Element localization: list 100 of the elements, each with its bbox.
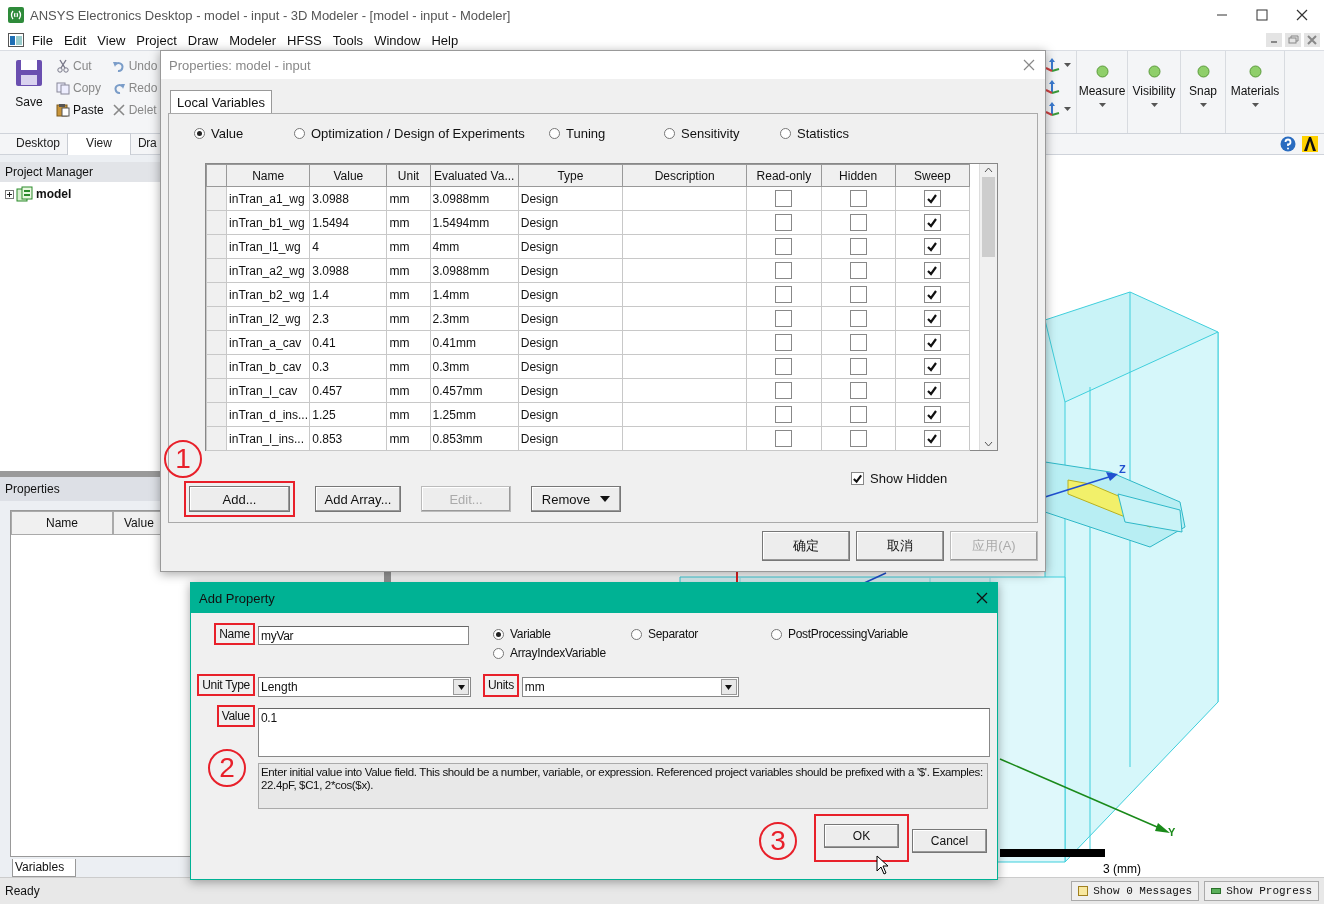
table-cell: Design (518, 402, 623, 427)
table-cell: Design (518, 282, 623, 307)
ribbon-menu-button[interactable]: Measure (1078, 84, 1126, 108)
column-header[interactable]: Sweep (895, 164, 970, 187)
dialog-tab[interactable]: Local Variables (170, 90, 272, 114)
column-header[interactable]: Name (226, 164, 310, 187)
table-cell: Design (518, 258, 623, 283)
table-cell: 2.3 (309, 306, 387, 331)
step-number: 2 (208, 749, 246, 787)
dialog-button[interactable]: 确定 (762, 531, 850, 561)
table-cell: inTran_d_ins... (226, 402, 310, 427)
table-cell: 3.0988 (309, 258, 387, 283)
table-cell: 0.457mm (430, 378, 519, 403)
table-cell: 4mm (430, 234, 519, 259)
toolbar-button[interactable]: Paste (56, 101, 104, 119)
dialog-button[interactable]: 取消 (856, 531, 944, 561)
column-header[interactable]: Evaluated Va... (430, 164, 519, 187)
radio-label[interactable]: Sensitivity (681, 126, 740, 141)
status-button[interactable]: Show Progress (1204, 881, 1319, 901)
status-button[interactable]: Show 0 Messages (1071, 881, 1200, 901)
table-cell: 4 (309, 234, 387, 259)
input-field[interactable]: myVar (258, 626, 469, 645)
table-cell: mm (386, 282, 431, 307)
ribbon-menu-button[interactable]: Visibility (1132, 84, 1176, 108)
dialog-button[interactable]: Remove (531, 486, 621, 512)
radio-label[interactable]: Separator (648, 627, 698, 641)
table-cell: mm (386, 330, 431, 355)
table-cell: 3.0988mm (430, 186, 519, 211)
table-cell: inTran_b1_wg (226, 210, 310, 235)
dialog-button[interactable]: Cancel (912, 828, 987, 853)
ribbon-tab[interactable]: Dra (131, 134, 157, 154)
dropdown[interactable]: Length (258, 677, 471, 697)
help-text: Enter initial value into Value field. This should be a number, variable, or expression. Referenced project variables should be prefixed with a '$'. Examples: 22.4pF, $C1, 2*cos($x). (258, 763, 988, 809)
ribbon-tab[interactable]: View (67, 133, 131, 155)
menu-item[interactable]: Project (136, 32, 177, 48)
table-cell: 3.0988 (309, 186, 387, 211)
dialog-button[interactable]: Add... (189, 486, 290, 512)
column-header[interactable]: Name (11, 511, 113, 535)
table-cell: inTran_l_cav (226, 378, 310, 403)
step-number: 1 (164, 440, 202, 478)
column-header[interactable]: Description (622, 164, 747, 187)
table-cell: mm (386, 306, 431, 331)
table-cell: Design (518, 378, 623, 403)
menu-item[interactable]: Tools (332, 32, 364, 48)
table-cell: inTran_a1_wg (226, 186, 310, 211)
table-cell: Design (518, 330, 623, 355)
menu-item[interactable]: Window (374, 32, 421, 48)
radio-label[interactable]: Value (211, 126, 244, 141)
radio-label[interactable]: PostProcessingVariable (788, 627, 908, 641)
table-cell: 1.4mm (430, 282, 519, 307)
menu-item[interactable]: HFSS (287, 32, 322, 48)
axis-label: Z (1119, 463, 1126, 475)
field-label: Name (214, 623, 255, 645)
column-header[interactable]: Hidden (821, 164, 896, 187)
table-cell: Design (518, 354, 623, 379)
menu-item[interactable]: Help (431, 32, 459, 48)
dialog-button[interactable]: OK (824, 824, 899, 848)
column-header[interactable]: Value (309, 164, 387, 187)
save-button[interactable]: Save (10, 51, 48, 133)
dialog-button[interactable]: Add Array... (315, 486, 401, 512)
scale-label: 3 (mm) (1103, 862, 1141, 876)
menu-item[interactable]: Modeler (229, 32, 277, 48)
table-cell: mm (386, 354, 431, 379)
tree-item[interactable]: model (36, 187, 72, 201)
radio-label[interactable]: Variable (510, 627, 551, 641)
field-label: Value (216, 705, 255, 727)
column-header[interactable]: Read-only (746, 164, 822, 187)
table-cell: 1.4 (309, 282, 387, 307)
column-header[interactable]: Unit (386, 164, 431, 187)
step-number: 3 (759, 821, 797, 860)
ribbon-tab[interactable]: Desktop (9, 134, 67, 154)
radio-label[interactable]: Tuning (566, 126, 606, 141)
table-cell: inTran_l_ins... (226, 426, 310, 451)
ribbon-menu-button[interactable]: Snap (1189, 84, 1217, 108)
input-field[interactable]: 0.1 (258, 708, 990, 757)
menu-item[interactable]: Draw (187, 32, 219, 48)
menu-item[interactable]: File (32, 32, 53, 48)
table-cell: 0.853mm (430, 426, 519, 451)
radio-label[interactable]: Statistics (797, 126, 849, 141)
table-cell: inTran_a2_wg (226, 258, 310, 283)
table-cell: Design (518, 186, 623, 211)
column-header[interactable]: Type (518, 164, 623, 187)
radio-label[interactable]: ArrayIndexVariable (510, 646, 606, 660)
table-cell: mm (386, 378, 431, 403)
panel-tab[interactable]: Variables (12, 859, 76, 877)
table-cell: mm (386, 426, 431, 451)
dialog-title: Add Property (199, 590, 275, 606)
radio-label[interactable]: Optimization / Design of Experiments (311, 126, 525, 141)
field-label: Unit Type (197, 674, 255, 696)
menu-item[interactable]: Edit (63, 32, 87, 48)
table-cell: mm (386, 234, 431, 259)
table-cell: Design (518, 306, 623, 331)
checkbox-label[interactable]: Show Hidden (870, 471, 948, 486)
menu-item[interactable]: View (97, 32, 126, 48)
dialog-title: Properties: model - input (169, 57, 311, 73)
axis-label: Y (1168, 826, 1176, 838)
table-cell: 2.3mm (430, 306, 519, 331)
table-cell: 3.0988mm (430, 258, 519, 283)
ribbon-menu-button[interactable]: Materials (1230, 84, 1280, 108)
dropdown[interactable]: mm (521, 677, 739, 697)
